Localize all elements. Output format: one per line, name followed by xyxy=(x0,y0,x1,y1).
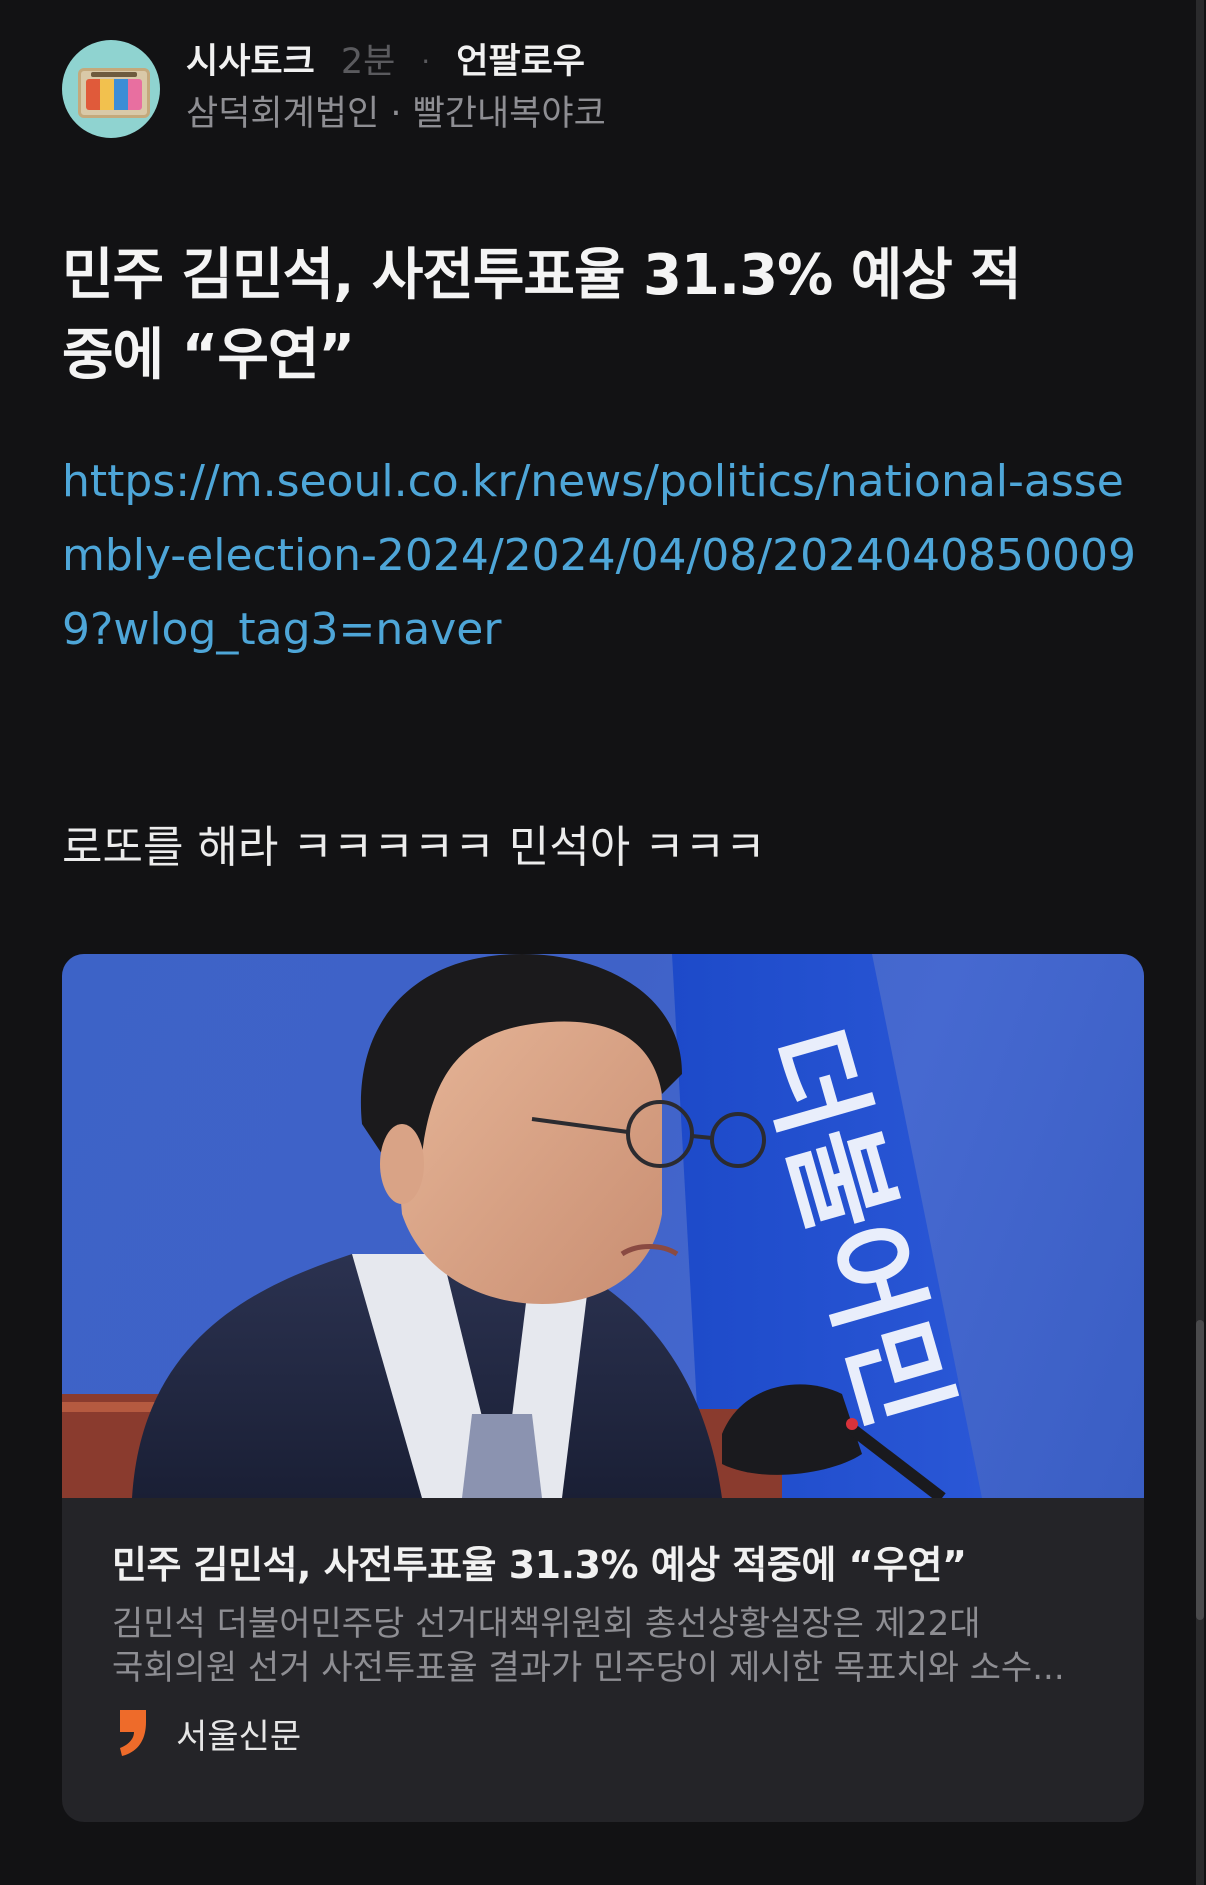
article-link[interactable]: https://m.seoul.co.kr/news/politics/nati… xyxy=(62,445,1142,667)
meta-line: 시사토크 2분 · 언팔로우 xyxy=(186,40,606,84)
card-description-line: 김민석 더불어민주당 선거대책위원회 총선상황실장은 제22대 xyxy=(112,1604,981,1644)
avatar-illustration xyxy=(78,68,150,118)
scrollbar-thumb[interactable] xyxy=(1196,1320,1204,1620)
link-preview-card[interactable]: 더불어민 민주 김민석, 사전투표율 31.3% 예상 적중에 “우연” 김민석… xyxy=(62,954,1144,1822)
post-header: 시사토크 2분 · 언팔로우 삼덕회계법인 · 빨간내복야코 xyxy=(62,40,606,138)
board-avatar-icon[interactable] xyxy=(62,40,160,138)
article-thumbnail: 더불어민 xyxy=(62,954,1144,1498)
author-line[interactable]: 삼덕회계법인 · 빨간내복야코 xyxy=(186,90,606,138)
post-time: 2분 xyxy=(340,42,396,82)
post-meta: 시사토크 2분 · 언팔로우 삼덕회계법인 · 빨간내복야코 xyxy=(186,40,606,138)
card-description: 김민석 더불어민주당 선거대책위원회 총선상황실장은 제22대 국회의원 선거 … xyxy=(112,1602,1112,1690)
source-name: 서울신문 xyxy=(176,1716,302,1757)
meta-separator: · xyxy=(421,45,431,78)
seoul-shinmun-logo-icon xyxy=(120,1710,146,1756)
card-title: 민주 김민석, 사전투표율 31.3% 예상 적중에 “우연” xyxy=(112,1543,967,1587)
unfollow-button[interactable]: 언팔로우 xyxy=(456,40,585,84)
card-source: 서울신문 xyxy=(112,1708,1112,1758)
card-description-line: 국회의원 선거 사전투표율 결과가 민주당이 제시한 목표치와 소수... xyxy=(112,1648,1065,1688)
card-info: 민주 김민석, 사전투표율 31.3% 예상 적중에 “우연” 김민석 더불어민… xyxy=(112,1540,1112,1758)
board-category[interactable]: 시사토크 xyxy=(186,40,315,84)
post-title: 민주 김민석, 사전투표율 31.3% 예상 적중에 “우연” xyxy=(62,243,1022,388)
post-body: 로또를 해라 ㅋㅋㅋㅋㅋ 민석아 ㅋㅋㅋ xyxy=(62,822,766,873)
